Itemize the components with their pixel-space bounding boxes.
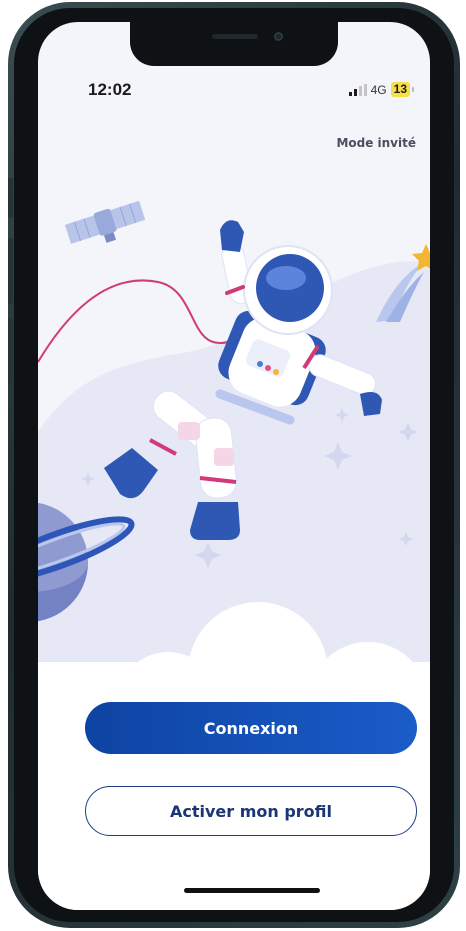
front-camera-icon xyxy=(274,32,283,41)
space-illustration xyxy=(38,200,430,732)
volume-up-button xyxy=(8,238,13,304)
phone-notch xyxy=(130,22,338,66)
battery-level-badge: 13 xyxy=(390,82,415,97)
home-indicator[interactable] xyxy=(184,888,320,893)
speaker-grill xyxy=(212,34,258,39)
status-time: 12:02 xyxy=(88,80,132,99)
satellite-icon xyxy=(64,200,146,244)
mute-switch xyxy=(8,178,13,218)
guest-mode-link[interactable]: Mode invité xyxy=(336,136,416,150)
status-bar: 12:02 4G 13 xyxy=(38,74,430,104)
app-screen: 12:02 4G 13 Mode invité Connexion Active… xyxy=(38,22,430,910)
cellular-signal-icon xyxy=(348,83,367,96)
login-button[interactable]: Connexion xyxy=(85,702,417,754)
activate-profile-button[interactable]: Activer mon profil xyxy=(85,786,417,836)
status-indicators: 4G 13 xyxy=(348,82,415,97)
network-type: 4G xyxy=(370,82,387,97)
volume-down-button xyxy=(8,318,13,384)
